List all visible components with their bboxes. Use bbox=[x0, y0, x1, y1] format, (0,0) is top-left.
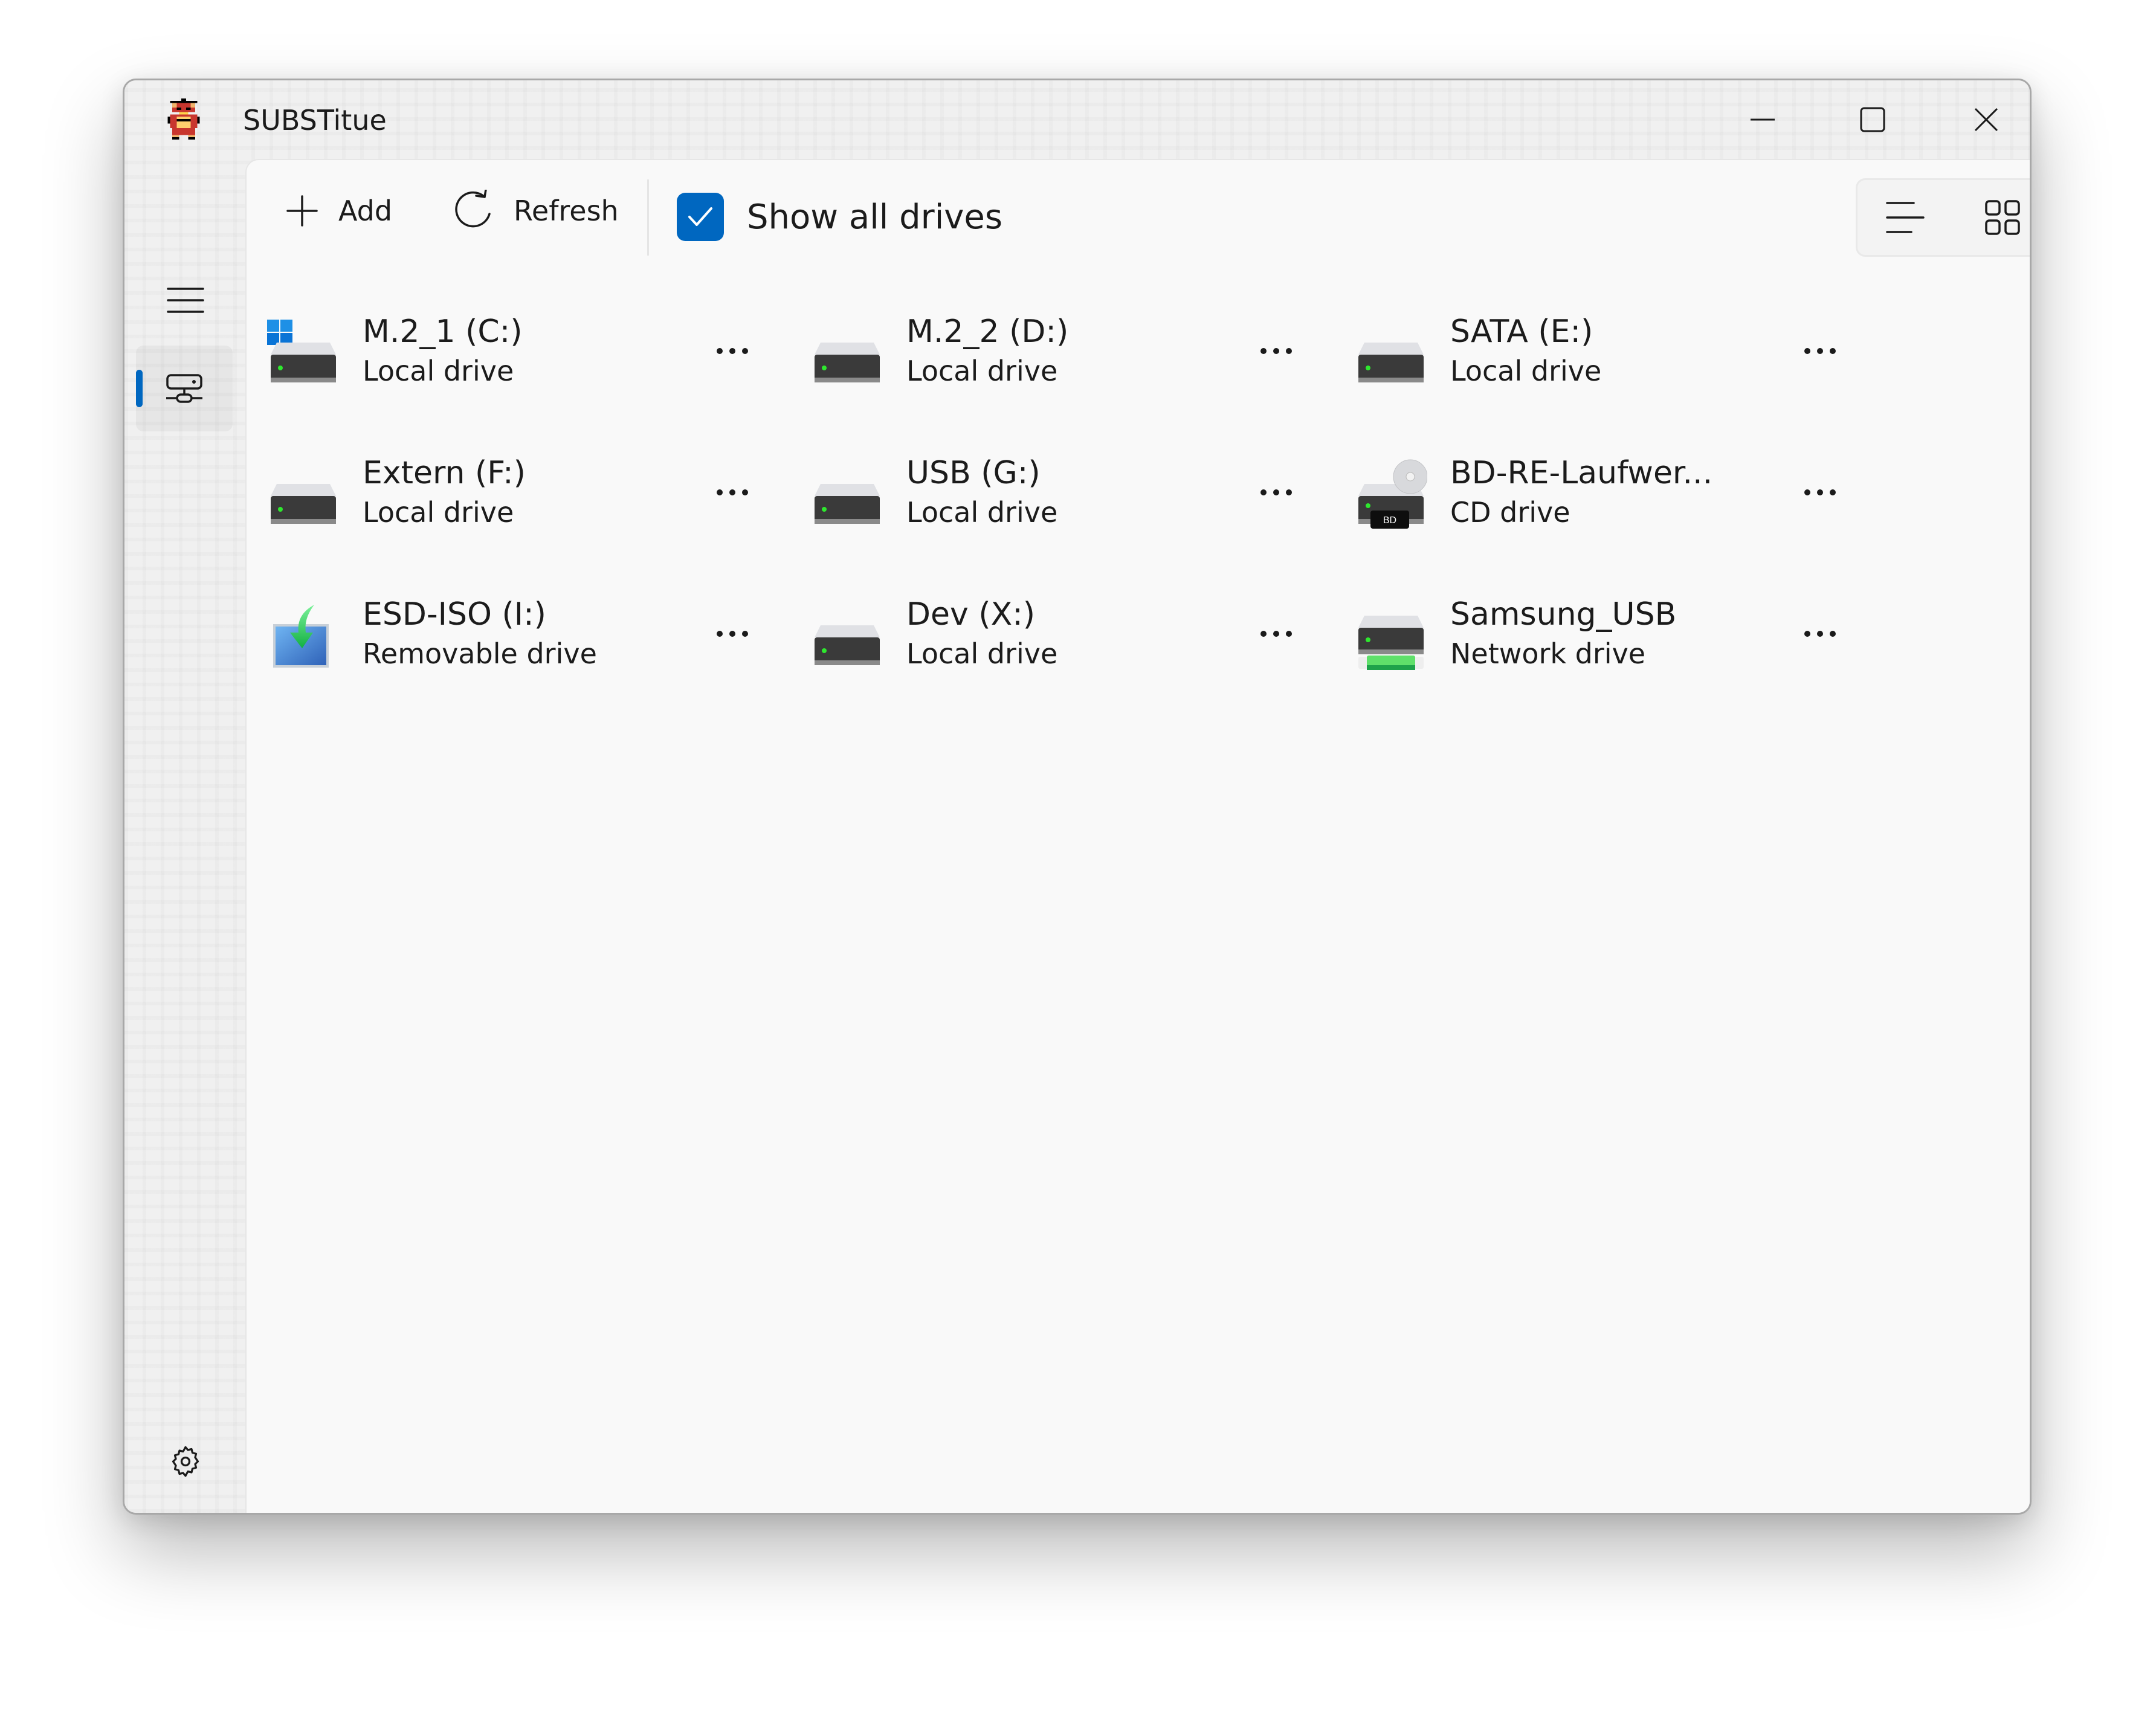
hard-drive-icon bbox=[1358, 343, 1424, 382]
drive-name: Dev (X:) bbox=[906, 596, 1036, 633]
checkmark-icon bbox=[688, 207, 712, 226]
drive-name: M.2_1 (C:) bbox=[363, 314, 523, 350]
more-options-icon bbox=[1804, 348, 1836, 354]
content-panel: Add Refresh Show all drives M.2_1 (C:) L… bbox=[245, 159, 2030, 1513]
sidebar-item-drives[interactable] bbox=[136, 346, 233, 431]
drive-name: Extern (F:) bbox=[363, 455, 526, 491]
more-options-button[interactable] bbox=[702, 327, 763, 375]
drive-item[interactable]: Dev (X:) Local drive bbox=[811, 573, 1355, 694]
more-options-button[interactable] bbox=[1790, 468, 1850, 517]
drive-item[interactable]: BD BD-RE-Laufwer... CD drive bbox=[1355, 432, 1899, 553]
more-options-button[interactable] bbox=[1790, 610, 1850, 658]
settings-gear-icon bbox=[172, 1446, 199, 1477]
drive-item[interactable]: SATA (E:) Local drive bbox=[1355, 291, 1899, 411]
view-mode-selector bbox=[1856, 178, 2030, 257]
close-icon bbox=[1974, 108, 1998, 132]
show-all-drives-checkbox[interactable]: Show all drives bbox=[677, 192, 1002, 242]
drive-name: USB (G:) bbox=[906, 455, 1041, 491]
drive-name: SATA (E:) bbox=[1450, 314, 1593, 350]
maximize-button[interactable] bbox=[1827, 86, 1918, 153]
drive-item[interactable]: ESD-ISO (I:) Removable drive bbox=[267, 573, 811, 694]
menu-toggle-button[interactable] bbox=[152, 270, 219, 330]
title-bar[interactable]: SUBSTitue bbox=[124, 80, 2030, 159]
bd-badge: BD bbox=[1383, 515, 1396, 526]
bd-drive-icon: BD bbox=[1358, 459, 1427, 529]
view-mode-list[interactable] bbox=[1857, 180, 1954, 255]
add-button[interactable]: Add bbox=[271, 181, 407, 241]
minimize-button[interactable] bbox=[1717, 86, 1808, 153]
hard-drive-icon bbox=[271, 484, 336, 524]
more-options-icon bbox=[1260, 489, 1292, 495]
add-label: Add bbox=[338, 195, 393, 227]
system-drive-icon bbox=[267, 320, 336, 382]
hamburger-menu-icon bbox=[167, 288, 204, 313]
tiles-view-icon bbox=[1985, 200, 2020, 235]
drive-name: M.2_2 (D:) bbox=[906, 314, 1069, 350]
refresh-label: Refresh bbox=[514, 195, 619, 227]
list-view-icon bbox=[1886, 202, 1925, 233]
plus-icon bbox=[286, 195, 318, 227]
maximize-icon bbox=[1860, 107, 1885, 132]
more-options-button[interactable] bbox=[1246, 610, 1306, 658]
navigation-sidebar bbox=[124, 159, 245, 1513]
refresh-icon bbox=[455, 190, 491, 228]
drive-type: Local drive bbox=[363, 355, 514, 387]
drive-type: Local drive bbox=[1450, 355, 1602, 387]
more-options-icon bbox=[717, 489, 748, 495]
network-drive-icon bbox=[166, 374, 202, 403]
minimize-icon bbox=[1751, 118, 1775, 121]
view-mode-tiles[interactable] bbox=[1954, 180, 2030, 255]
drive-item[interactable]: USB (G:) Local drive bbox=[811, 432, 1355, 553]
more-options-icon bbox=[717, 348, 748, 354]
drive-item[interactable]: Samsung_USB Network drive bbox=[1355, 573, 1899, 694]
checkbox-checked[interactable] bbox=[677, 193, 724, 241]
drive-item[interactable]: M.2_2 (D:) Local drive bbox=[811, 291, 1355, 411]
settings-button[interactable] bbox=[152, 1428, 219, 1495]
more-options-button[interactable] bbox=[1246, 327, 1306, 375]
drive-item[interactable]: M.2_1 (C:) Local drive bbox=[267, 291, 811, 411]
app-window: SUBSTitue Add Refresh Show all drives M.… bbox=[123, 79, 2032, 1515]
drive-type: Local drive bbox=[906, 496, 1058, 529]
hard-drive-icon bbox=[815, 343, 880, 382]
more-options-icon bbox=[1804, 631, 1836, 637]
drive-type: Local drive bbox=[906, 355, 1058, 387]
drive-name: ESD-ISO (I:) bbox=[363, 596, 546, 633]
drive-type: Local drive bbox=[363, 496, 514, 529]
drive-type: CD drive bbox=[1450, 496, 1570, 529]
refresh-button[interactable]: Refresh bbox=[440, 181, 633, 241]
drive-type: Local drive bbox=[906, 637, 1058, 670]
more-options-button[interactable] bbox=[702, 610, 763, 658]
close-button[interactable] bbox=[1941, 86, 2030, 153]
more-options-icon bbox=[1260, 631, 1292, 637]
pixel-dragon-icon bbox=[167, 98, 200, 140]
show-all-drives-label: Show all drives bbox=[747, 197, 1003, 237]
command-bar: Add Refresh Show all drives bbox=[247, 160, 2030, 263]
drive-item[interactable]: Extern (F:) Local drive bbox=[267, 432, 811, 553]
more-options-icon bbox=[1260, 348, 1292, 354]
more-options-button[interactable] bbox=[1246, 468, 1306, 517]
network-drive-icon bbox=[1358, 616, 1424, 670]
drive-type: Removable drive bbox=[363, 637, 597, 670]
more-options-icon bbox=[717, 631, 748, 637]
hard-drive-icon bbox=[815, 484, 880, 524]
drive-type: Network drive bbox=[1450, 637, 1646, 670]
more-options-icon bbox=[1804, 489, 1836, 495]
drive-name: BD-RE-Laufwer... bbox=[1450, 455, 1713, 491]
more-options-button[interactable] bbox=[702, 468, 763, 517]
hard-drive-icon bbox=[815, 625, 880, 665]
window-title: SUBSTitue bbox=[243, 104, 387, 137]
selection-indicator bbox=[136, 370, 143, 407]
removable-drive-icon bbox=[273, 605, 329, 668]
toolbar-separator bbox=[647, 179, 649, 256]
more-options-button[interactable] bbox=[1790, 327, 1850, 375]
drive-name: Samsung_USB bbox=[1450, 596, 1677, 633]
